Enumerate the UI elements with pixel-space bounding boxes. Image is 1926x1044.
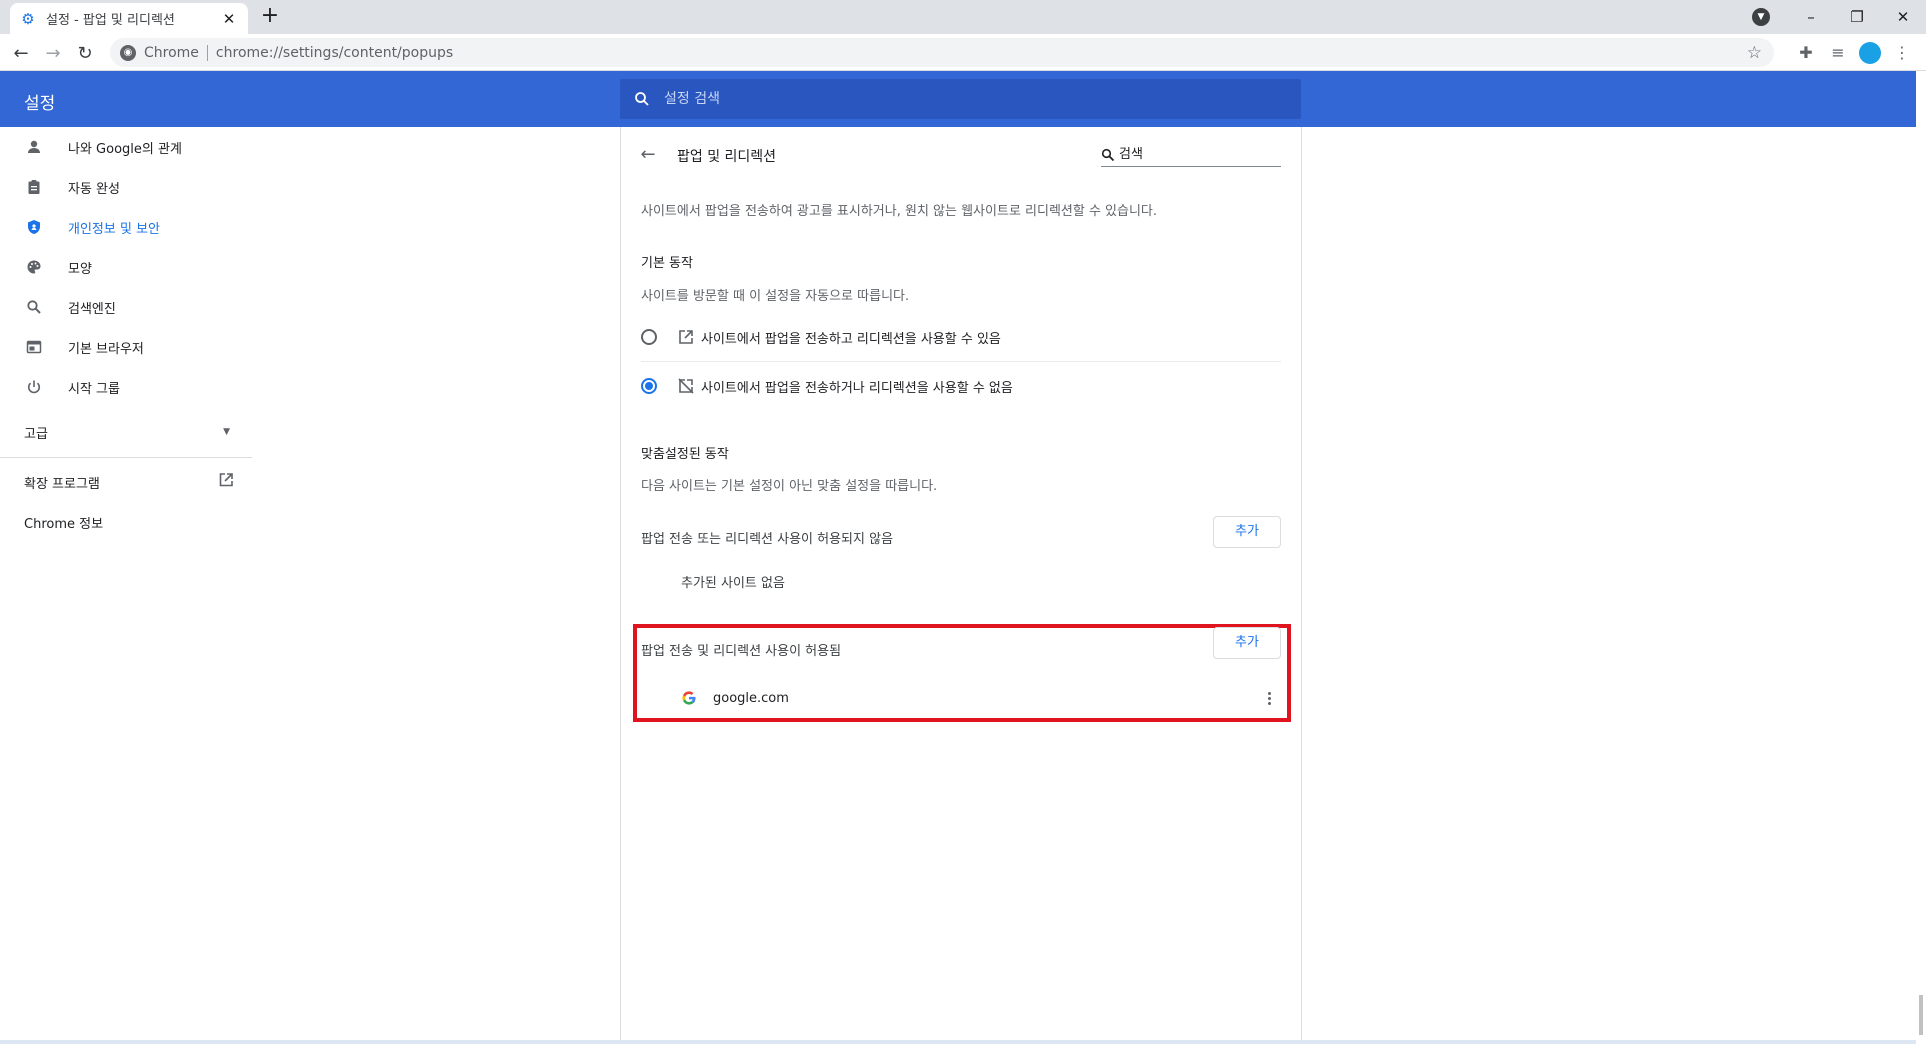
sidebar-item-autofill[interactable]: 자동 완성 bbox=[0, 167, 252, 207]
radio-button[interactable] bbox=[641, 329, 657, 345]
radio-block-popups[interactable]: 사이트에서 팝업을 전송하거나 리디렉션을 사용할 수 없음 bbox=[641, 362, 1281, 410]
page-description: 사이트에서 팝업을 전송하여 광고를 표시하거나, 원치 않는 웹사이트로 리디… bbox=[641, 204, 1158, 219]
back-arrow-icon[interactable]: ← bbox=[637, 145, 659, 167]
url-text[interactable]: chrome://settings/content/popups bbox=[216, 45, 453, 61]
power-icon bbox=[24, 377, 44, 397]
sidebar-item-about-chrome[interactable]: Chrome 정보 bbox=[0, 502, 252, 542]
sidebar-item-privacy-security[interactable]: 개인정보 및 보안 bbox=[0, 207, 252, 247]
sidebar-advanced-toggle[interactable]: 고급 ▼ bbox=[0, 411, 252, 453]
settings-sidebar: 나와 Google의 관계 자동 완성 개인정보 및 보안 모양 검색엔진 기본… bbox=[0, 127, 252, 542]
extensions-puzzle-icon[interactable]: ✚ bbox=[1790, 38, 1822, 67]
radio-button-selected[interactable] bbox=[641, 378, 657, 394]
google-favicon-icon bbox=[682, 691, 696, 705]
sidebar-item-appearance[interactable]: 모양 bbox=[0, 247, 252, 287]
sidebar-item-you-and-google[interactable]: 나와 Google의 관계 bbox=[0, 127, 252, 167]
new-tab-button[interactable]: + bbox=[258, 5, 282, 29]
close-window-icon[interactable]: ✕ bbox=[1880, 2, 1926, 32]
forward-icon[interactable]: → bbox=[40, 40, 66, 66]
profile-avatar[interactable] bbox=[1854, 38, 1886, 67]
subpage-search[interactable] bbox=[1101, 143, 1281, 167]
restore-icon[interactable]: ❐ bbox=[1834, 2, 1880, 32]
subpage-search-input[interactable] bbox=[1119, 147, 1269, 162]
scrollbar-thumb[interactable] bbox=[1919, 995, 1923, 1035]
tab-title: 설정 - 팝업 및 리디렉션 bbox=[46, 13, 175, 28]
omnibox-chip: Chrome bbox=[144, 44, 199, 61]
caret-down-icon: ▼ bbox=[223, 427, 230, 437]
search-icon bbox=[1101, 148, 1115, 161]
radio-label: 사이트에서 팝업을 전송하고 리디렉션을 사용할 수 있음 bbox=[701, 331, 1001, 347]
extensions-label: 확장 프로그램 bbox=[24, 476, 100, 492]
add-blocked-site-button[interactable]: 추가 bbox=[1213, 516, 1281, 548]
default-behavior-subtext: 사이트를 방문할 때 이 설정을 자동으로 따릅니다. bbox=[641, 289, 910, 304]
open-in-new-icon bbox=[679, 330, 693, 344]
omnibox-separator bbox=[206, 44, 208, 61]
shield-icon bbox=[24, 217, 44, 237]
sidebar-item-label: 모양 bbox=[68, 261, 92, 277]
settings-search-input[interactable] bbox=[664, 91, 1264, 107]
back-icon[interactable]: ← bbox=[8, 40, 34, 66]
page-title: 팝업 및 리디렉션 bbox=[677, 149, 777, 165]
settings-title: 설정 bbox=[24, 94, 56, 114]
address-bar[interactable]: ◉ Chrome chrome://settings/content/popup… bbox=[110, 38, 1774, 67]
default-behavior-heading: 기본 동작 bbox=[641, 256, 693, 271]
bookmark-star-icon[interactable]: ☆ bbox=[1747, 43, 1762, 63]
sidebar-item-label: 시작 그룹 bbox=[68, 381, 120, 397]
sidebar-item-on-startup[interactable]: 시작 그룹 bbox=[0, 367, 252, 407]
custom-behavior-subtext: 다음 사이트는 기본 설정이 아닌 맞춤 설정을 따릅니다. bbox=[641, 479, 938, 494]
browser-toolbar: ← → ↻ ◉ Chrome chrome://settings/content… bbox=[0, 34, 1926, 71]
media-queue-icon[interactable]: ≡ bbox=[1822, 38, 1854, 67]
toolbar-actions: ✚ ≡ ⋮ bbox=[1790, 38, 1918, 67]
minimize-icon[interactable]: – bbox=[1788, 2, 1834, 32]
radio-allow-popups[interactable]: 사이트에서 팝업을 전송하고 리디렉션을 사용할 수 있음 bbox=[641, 313, 1281, 361]
open-in-new-icon bbox=[218, 472, 234, 492]
site-url: google.com bbox=[713, 690, 789, 706]
reload-icon[interactable]: ↻ bbox=[72, 40, 98, 66]
browser-icon bbox=[24, 337, 44, 357]
sidebar-divider bbox=[0, 457, 252, 458]
browser-tab[interactable]: ⚙ 설정 - 팝업 및 리디렉션 ✕ bbox=[10, 3, 248, 34]
page-scrollbar[interactable] bbox=[1916, 71, 1926, 1044]
sidebar-item-label: 개인정보 및 보안 bbox=[68, 221, 160, 237]
custom-behavior-heading: 맞춤설정된 동작 bbox=[641, 447, 729, 462]
tab-strip: ⚙ 설정 - 팝업 및 리디렉션 ✕ + ▼ – ❐ ✕ bbox=[0, 0, 1926, 34]
clipboard-icon bbox=[24, 177, 44, 197]
about-label: Chrome 정보 bbox=[24, 516, 104, 532]
sidebar-item-extensions[interactable]: 확장 프로그램 bbox=[0, 462, 252, 502]
kebab-menu-icon[interactable]: ⋮ bbox=[1886, 38, 1918, 67]
advanced-label: 고급 bbox=[24, 426, 48, 442]
tab-search-icon[interactable]: ▼ bbox=[1752, 8, 1770, 26]
sidebar-item-default-browser[interactable]: 기본 브라우저 bbox=[0, 327, 252, 367]
gear-icon: ⚙ bbox=[21, 9, 35, 28]
person-icon bbox=[24, 137, 44, 157]
more-actions-icon[interactable] bbox=[1257, 686, 1281, 710]
avatar bbox=[1859, 41, 1881, 64]
sidebar-item-label: 나와 Google의 관계 bbox=[68, 141, 182, 157]
window-controls: – ❐ ✕ bbox=[1788, 0, 1926, 34]
sidebar-item-label: 검색엔진 bbox=[68, 301, 116, 317]
allowed-list-heading: 팝업 전송 및 리디렉션 사용이 허용됨 bbox=[641, 644, 842, 659]
radio-label: 사이트에서 팝업을 전송하거나 리디렉션을 사용할 수 없음 bbox=[701, 380, 1013, 396]
search-icon bbox=[24, 297, 44, 317]
bottom-edge bbox=[0, 1040, 1916, 1044]
sidebar-item-label: 자동 완성 bbox=[68, 181, 120, 197]
settings-header: 설정 bbox=[0, 71, 1926, 127]
palette-icon bbox=[24, 257, 44, 277]
blocked-list-empty: 추가된 사이트 없음 bbox=[681, 576, 785, 591]
blocked-list-heading: 팝업 전송 또는 리디렉션 사용이 허용되지 않음 bbox=[641, 532, 894, 547]
add-allowed-site-button[interactable]: 추가 bbox=[1213, 627, 1281, 659]
chrome-site-icon[interactable]: ◉ bbox=[120, 44, 136, 61]
sidebar-item-search-engine[interactable]: 검색엔진 bbox=[0, 287, 252, 327]
sidebar-item-label: 기본 브라우저 bbox=[68, 341, 144, 357]
popup-blocked-icon bbox=[678, 378, 694, 394]
settings-search-box[interactable] bbox=[620, 79, 1301, 119]
list-item: google.com bbox=[681, 680, 1281, 716]
popups-settings-card: ← 팝업 및 리디렉션 사이트에서 팝업을 전송하여 광고를 표시하거나, 원치… bbox=[620, 127, 1302, 1044]
tab-close-button[interactable]: ✕ bbox=[220, 10, 238, 28]
search-icon bbox=[635, 92, 649, 106]
